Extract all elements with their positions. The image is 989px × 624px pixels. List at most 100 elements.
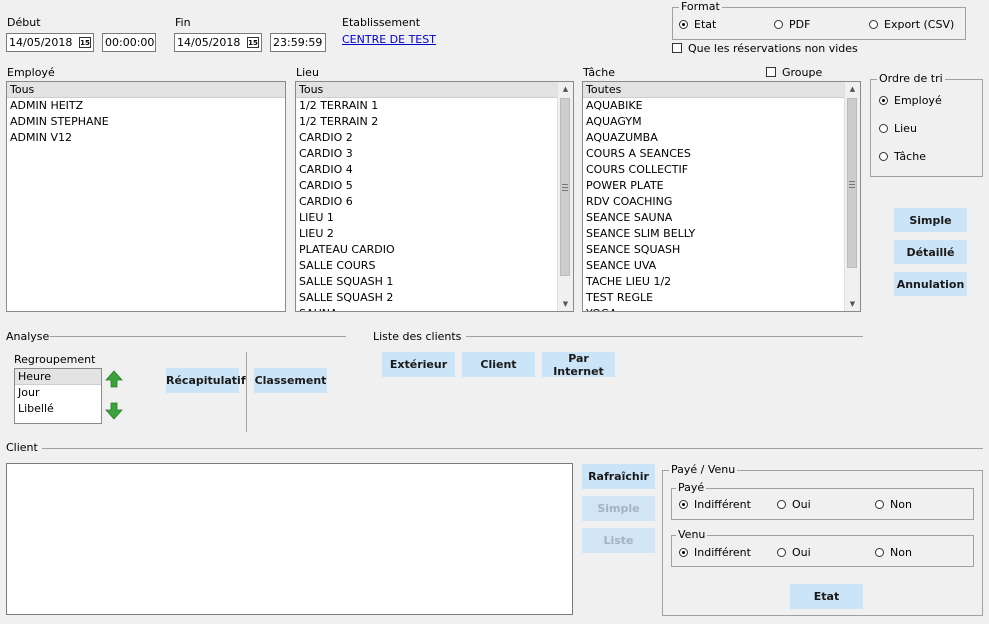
task-list[interactable]: Toutes AQUABIKE AQUAGYM AQUAZUMBA COURS A SE… <box>582 81 861 312</box>
move-down-arrow-icon[interactable] <box>105 402 123 420</box>
clients-internet-button[interactable]: Par Internet <box>542 352 615 378</box>
came-radio-no[interactable]: Non <box>875 546 912 559</box>
list-item[interactable]: SEANCE SAUNA <box>583 210 860 226</box>
calendar-icon[interactable]: 15 <box>79 37 91 48</box>
client-title: Client <box>6 441 38 454</box>
format-radio-csv[interactable]: Export (CSV) <box>869 18 954 31</box>
list-item[interactable]: TEST REGLE <box>583 290 860 306</box>
format-radio-etat[interactable]: Etat <box>679 18 716 31</box>
list-item[interactable]: RDV COACHING <box>583 194 860 210</box>
list-item[interactable]: 1/2 TERRAIN 1 <box>296 98 573 114</box>
list-item[interactable]: Tous <box>7 82 285 98</box>
sort-radio-task[interactable]: Tâche <box>879 150 926 163</box>
format-title: Format <box>679 0 722 13</box>
list-item[interactable]: COURS COLLECTIF <box>583 162 860 178</box>
clients-exterior-button[interactable]: Extérieur <box>382 352 455 377</box>
scroll-down-icon[interactable]: ▼ <box>558 297 573 311</box>
list-item[interactable]: CARDIO 2 <box>296 130 573 146</box>
list-item[interactable]: 1/2 TERRAIN 2 <box>296 114 573 130</box>
paid-option-label: Oui <box>792 498 811 511</box>
came-option-label: Indifférent <box>694 546 751 559</box>
format-option-label: Etat <box>694 18 717 31</box>
sort-radio-employee[interactable]: Employé <box>879 94 942 107</box>
move-up-arrow-icon[interactable] <box>105 370 123 388</box>
came-radio-yes[interactable]: Oui <box>777 546 811 559</box>
list-item[interactable]: ADMIN V12 <box>7 130 285 146</box>
checkbox-unchecked-icon <box>766 67 776 77</box>
list-item[interactable]: SEANCE SLIM BELLY <box>583 226 860 242</box>
end-date-field[interactable]: 14/05/2018 15 <box>174 33 262 52</box>
ranking-button[interactable]: Classement <box>254 368 327 393</box>
list-item[interactable]: Heure <box>15 369 101 385</box>
report-cancellation-button[interactable]: Annulation <box>894 272 967 296</box>
format-radio-pdf[interactable]: PDF <box>774 18 810 31</box>
calendar-icon[interactable]: 15 <box>247 37 259 48</box>
paid-radio-indifferent[interactable]: Indifférent <box>679 498 751 511</box>
list-item[interactable]: Tous <box>296 82 573 98</box>
report-simple-button[interactable]: Simple <box>894 208 967 232</box>
list-item[interactable]: LIEU 2 <box>296 226 573 242</box>
establishment-label: Etablissement <box>342 16 421 29</box>
list-item[interactable]: SAUNA <box>296 306 573 311</box>
radio-unchecked-icon <box>879 152 888 161</box>
list-item[interactable]: Toutes <box>583 82 860 98</box>
list-item[interactable]: ADMIN HEITZ <box>7 98 285 114</box>
report-detailed-button[interactable]: Détaillé <box>894 240 967 264</box>
end-date-value: 14/05/2018 <box>177 36 241 49</box>
checkbox-unchecked-icon <box>672 43 682 53</box>
scroll-up-icon[interactable]: ▲ <box>558 82 573 96</box>
client-list-button[interactable]: Liste <box>582 528 655 553</box>
list-item[interactable]: SEANCE SQUASH <box>583 242 860 258</box>
nonempty-checkbox[interactable]: Que les réservations non vides <box>672 42 858 55</box>
list-item[interactable]: ADMIN STEPHANE <box>7 114 285 130</box>
refresh-button[interactable]: Rafraîchir <box>582 464 655 489</box>
clients-client-button[interactable]: Client <box>462 352 535 377</box>
list-item[interactable]: POWER PLATE <box>583 178 860 194</box>
list-item[interactable]: LIEU 1 <box>296 210 573 226</box>
establishment-link[interactable]: CENTRE DE TEST <box>342 33 436 46</box>
scroll-up-icon[interactable]: ▲ <box>845 82 860 96</box>
list-item[interactable]: SEANCE UVA <box>583 258 860 274</box>
list-item[interactable]: PLATEAU CARDIO <box>296 242 573 258</box>
place-scrollbar[interactable]: ▲ ▼ <box>557 82 573 311</box>
list-item[interactable]: Jour <box>15 385 101 401</box>
grouping-list[interactable]: Heure Jour Libellé <box>14 368 102 424</box>
came-radio-indifferent[interactable]: Indifférent <box>679 546 751 559</box>
end-time-field[interactable]: 23:59:59 <box>270 33 326 52</box>
list-item[interactable]: AQUAGYM <box>583 114 860 130</box>
list-item[interactable]: YOGA <box>583 306 860 311</box>
scroll-thumb[interactable] <box>560 98 570 276</box>
task-scrollbar[interactable]: ▲ ▼ <box>844 82 860 311</box>
paid-radio-yes[interactable]: Oui <box>777 498 811 511</box>
sort-radio-place[interactable]: Lieu <box>879 122 917 135</box>
group-checkbox[interactable]: Groupe <box>766 66 822 79</box>
paid-radio-no[interactable]: Non <box>875 498 912 511</box>
list-item[interactable]: TACHE LIEU 1/2 <box>583 274 860 290</box>
list-item[interactable]: SALLE SQUASH 2 <box>296 290 573 306</box>
scroll-thumb[interactable] <box>847 98 857 268</box>
state-button[interactable]: Etat <box>790 584 863 609</box>
client-simple-button[interactable]: Simple <box>582 496 655 521</box>
list-item[interactable]: CARDIO 4 <box>296 162 573 178</box>
employee-list[interactable]: Tous ADMIN HEITZ ADMIN STEPHANE ADMIN V12 <box>6 81 286 312</box>
list-item[interactable]: AQUABIKE <box>583 98 860 114</box>
client-divider <box>42 448 983 449</box>
scroll-down-icon[interactable]: ▼ <box>845 297 860 311</box>
list-item[interactable]: AQUAZUMBA <box>583 130 860 146</box>
list-item[interactable]: CARDIO 5 <box>296 178 573 194</box>
start-time-field[interactable]: 00:00:00 <box>102 33 156 52</box>
start-date-field[interactable]: 14/05/2018 15 <box>6 33 94 52</box>
list-item[interactable]: COURS A SEANCES <box>583 146 860 162</box>
list-item[interactable]: SALLE SQUASH 1 <box>296 274 573 290</box>
list-item[interactable]: SALLE COURS <box>296 258 573 274</box>
format-option-label: Export (CSV) <box>884 18 955 31</box>
radio-unchecked-icon <box>879 124 888 133</box>
list-item[interactable]: CARDIO 6 <box>296 194 573 210</box>
place-list[interactable]: Tous 1/2 TERRAIN 1 1/2 TERRAIN 2 CARDIO 2 CA… <box>295 81 574 312</box>
recap-button[interactable]: Récapitulatif <box>166 368 246 393</box>
list-item[interactable]: CARDIO 3 <box>296 146 573 162</box>
list-item[interactable]: Libellé <box>15 401 101 417</box>
paid-title: Payé <box>676 481 707 494</box>
client-text-area[interactable] <box>6 463 573 615</box>
grouping-label: Regroupement <box>14 353 96 366</box>
